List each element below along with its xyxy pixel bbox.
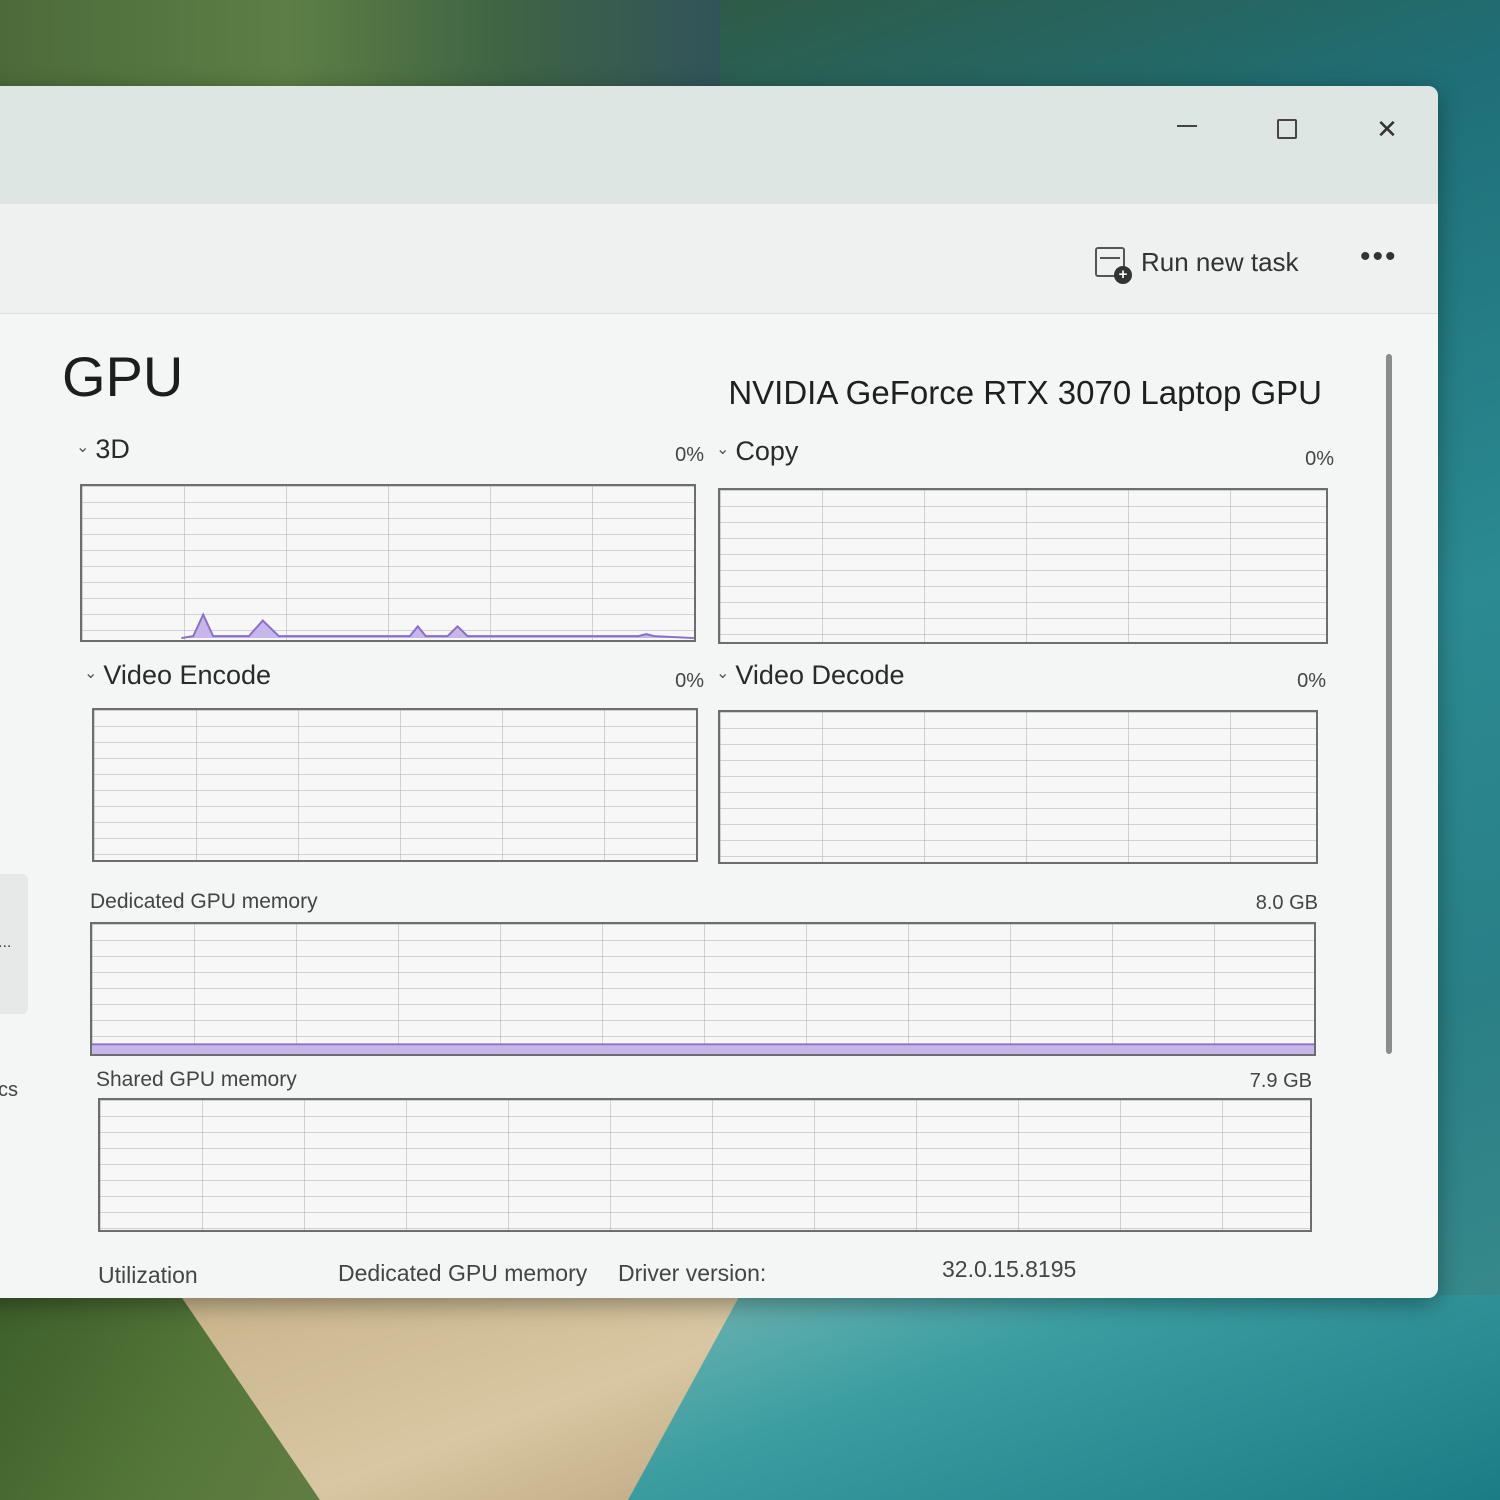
graph-value-dedicated-memory: 8.0 GB	[1255, 892, 1318, 914]
title-bar: ✕	[0, 86, 1438, 204]
chevron-down-icon: ⌄	[716, 440, 730, 458]
graph-label-shared-memory: Shared GPU memory	[96, 1068, 297, 1091]
command-bar: Run new task •••	[0, 204, 1438, 314]
graph-3d-plot	[181, 612, 694, 640]
stat-dedicated-memory-label: Dedicated GPU memory	[338, 1260, 588, 1286]
graph-label-video-encode: Video Encode	[103, 660, 272, 690]
graph-selector-video-encode[interactable]: ⌄ Video Encode	[84, 660, 271, 691]
graph-selector-copy[interactable]: ⌄ Copy	[716, 436, 798, 467]
page-title: GPU	[62, 345, 184, 408]
run-task-icon	[1095, 247, 1132, 284]
graph-selector-video-decode[interactable]: ⌄ Video Decode	[716, 660, 905, 691]
graph-dedicated-memory	[90, 922, 1316, 1056]
run-new-task-button[interactable]: Run new task	[1095, 242, 1299, 284]
sidebar-partial-label[interactable]: cs	[0, 1079, 18, 1102]
graph-3d	[80, 484, 696, 642]
dedicated-memory-fill	[92, 1044, 1314, 1054]
gpu-model-name: NVIDIA GeForce RTX 3070 Laptop GPU	[728, 374, 1322, 411]
graph-value-video-decode: 0%	[1297, 670, 1326, 692]
graph-value-video-encode: 0%	[675, 670, 704, 692]
stat-utilization-label: Utilization	[98, 1262, 198, 1288]
stat-driver-version-value: 32.0.15.8195	[942, 1256, 1077, 1282]
maximize-button[interactable]	[1252, 104, 1322, 154]
run-new-task-label: Run new task	[1141, 246, 1299, 277]
sidebar-partial-text: ...	[0, 934, 12, 951]
close-icon: ✕	[1376, 113, 1398, 144]
performance-panel: ... cs GPU NVIDIA GeForce RTX 3070 Lapto…	[0, 314, 1438, 1298]
graph-video-encode	[92, 708, 698, 862]
graph-label-copy: Copy	[735, 436, 799, 466]
graph-label-3d: 3D	[95, 434, 130, 464]
graph-label-dedicated-memory: Dedicated GPU memory	[90, 890, 318, 913]
graph-3d-line	[181, 612, 694, 640]
graph-dedicated-memory-plot	[92, 1043, 1314, 1054]
graph-value-copy: 0%	[1305, 448, 1334, 470]
close-button[interactable]: ✕	[1352, 104, 1422, 154]
minimize-icon	[1177, 125, 1197, 127]
minimize-button[interactable]	[1152, 104, 1222, 154]
graph-value-shared-memory: 7.9 GB	[1249, 1070, 1312, 1092]
graph-value-3d: 0%	[675, 444, 704, 466]
graph-shared-memory	[98, 1098, 1312, 1232]
more-options-button[interactable]: •••	[1360, 240, 1398, 274]
wallpaper-cliff	[0, 0, 720, 90]
task-manager-window: ✕ Run new task ••• ... cs GPU NVIDIA GeF…	[0, 86, 1438, 1298]
graph-selector-3d[interactable]: ⌄ 3D	[76, 434, 130, 465]
graph-video-decode	[718, 710, 1318, 864]
graph-copy	[718, 488, 1328, 644]
vertical-scrollbar[interactable]	[1386, 354, 1392, 1054]
graph-label-video-decode: Video Decode	[735, 660, 905, 690]
chevron-down-icon: ⌄	[84, 664, 98, 682]
maximize-icon	[1277, 119, 1297, 139]
chevron-down-icon: ⌄	[716, 664, 730, 682]
stat-driver-version-label: Driver version:	[618, 1260, 767, 1286]
chevron-down-icon: ⌄	[76, 438, 90, 456]
